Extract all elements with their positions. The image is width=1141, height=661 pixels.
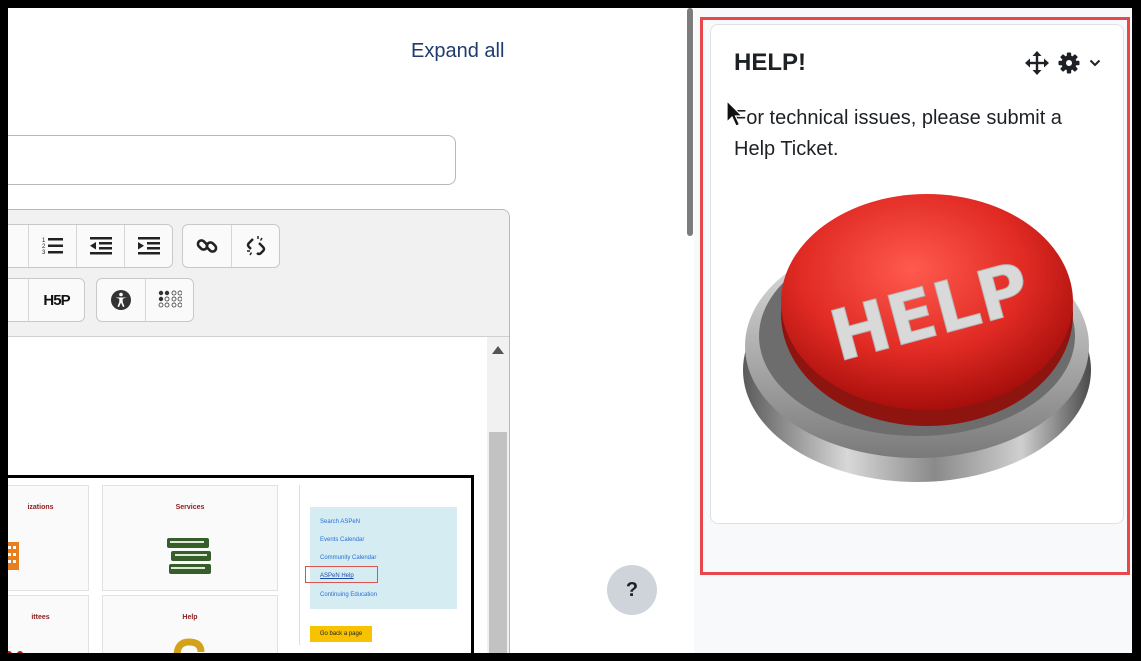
link-icon[interactable] — [183, 225, 231, 267]
page-scrollbar[interactable] — [686, 8, 694, 653]
page-scroll-thumb[interactable] — [687, 8, 693, 236]
course-editor-pane: Expand all 123 H5P izations Services itt… — [8, 8, 686, 653]
link-group — [182, 224, 280, 268]
embedded-screenshot-image: izations Services ittees Help Search ASP… — [8, 475, 474, 653]
card-title: izations — [27, 504, 54, 511]
window: Expand all 123 H5P izations Services itt… — [8, 8, 1132, 653]
card-committees: ittees — [8, 595, 89, 653]
toolbar-button-partial[interactable] — [8, 279, 28, 321]
link-search-aspen: Search ASPeN — [320, 519, 361, 525]
h5p-group: H5P — [8, 278, 85, 322]
list-indent-group: 123 — [8, 224, 173, 268]
editor-scrollbar[interactable] — [487, 337, 509, 653]
highlight-outline — [700, 17, 1130, 575]
scroll-thumb[interactable] — [489, 432, 507, 653]
h5p-label: H5P — [43, 291, 70, 309]
name-input[interactable] — [8, 135, 456, 185]
indent-icon[interactable] — [124, 225, 172, 267]
go-back-button: Go back a page — [310, 626, 372, 642]
scroll-up-arrow-icon[interactable] — [492, 346, 504, 354]
question-mark-icon — [173, 638, 205, 653]
building-icon — [8, 542, 19, 570]
outdent-icon[interactable] — [76, 225, 124, 267]
link-community-calendar: Community Calendar — [320, 555, 377, 561]
card-organizations: izations — [8, 485, 89, 591]
card-title: ittees — [31, 614, 50, 621]
books-icon — [167, 538, 211, 574]
card-title: Services — [175, 504, 205, 511]
accessibility-group — [96, 278, 194, 322]
quick-links-box: Search ASPeN Events Calendar Community C… — [310, 507, 457, 609]
ordered-list-icon[interactable]: 123 — [28, 225, 76, 267]
accessibility-icon[interactable] — [97, 279, 145, 321]
expand-all-link[interactable]: Expand all — [411, 40, 504, 63]
aspen-help-highlight — [305, 566, 378, 583]
braille-icon[interactable] — [145, 279, 193, 321]
h5p-icon[interactable]: H5P — [28, 279, 84, 321]
svg-text:3: 3 — [42, 250, 46, 256]
card-services: Services — [102, 485, 278, 591]
link-continuing-education: Continuing Education — [320, 592, 378, 598]
editor-toolbar: 123 H5P — [8, 210, 509, 337]
unlink-icon[interactable] — [231, 225, 279, 267]
people-icon — [8, 651, 23, 653]
help-fab-button[interactable]: ? — [607, 565, 657, 615]
card-title: Help — [182, 614, 198, 621]
card-help: Help — [102, 595, 278, 653]
link-events-calendar: Events Calendar — [320, 537, 365, 543]
toolbar-button-partial[interactable] — [8, 225, 28, 267]
rich-text-editor: 123 H5P izations Services ittees Help Se… — [8, 209, 510, 653]
divider — [299, 485, 300, 645]
